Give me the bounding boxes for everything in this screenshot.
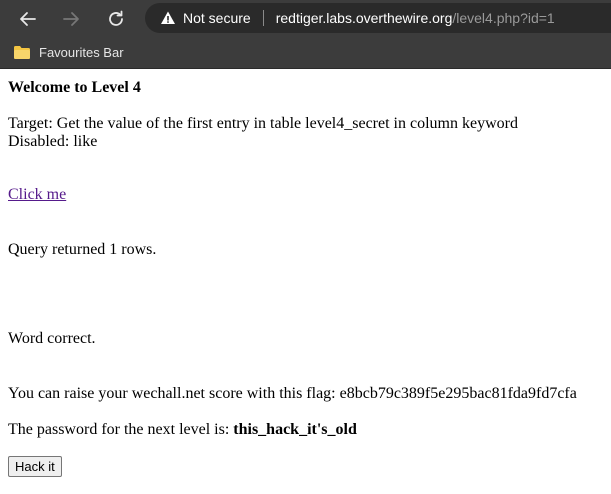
password-line: The password for the next level is: this…: [8, 421, 357, 439]
warning-icon: [161, 11, 175, 24]
favourites-bar-label[interactable]: Favourites Bar: [39, 45, 124, 60]
query-result-text: Query returned 1 rows.: [8, 241, 157, 258]
word-correct-text: Word correct.: [8, 330, 96, 347]
refresh-button[interactable]: [103, 6, 129, 32]
security-label[interactable]: Not secure: [183, 10, 251, 26]
back-arrow-icon: [20, 12, 36, 26]
click-me-link[interactable]: Click me: [8, 186, 66, 204]
address-separator: [262, 10, 264, 26]
address-bar[interactable]: Not secure redtiger.labs.overthewire.org…: [145, 3, 611, 33]
favourites-bar: Favourites Bar: [0, 37, 611, 69]
flag-text: You can raise your wechall.net score wit…: [8, 385, 577, 402]
folder-icon: [14, 46, 30, 59]
page-title: Welcome to Level 4: [8, 79, 141, 96]
target-text: Target: Get the value of the first entry…: [8, 115, 518, 132]
forward-button[interactable]: [58, 6, 84, 32]
password-prefix: The password for the next level is:: [8, 421, 234, 438]
disabled-text: Disabled: like: [8, 133, 98, 150]
refresh-icon: [109, 10, 123, 26]
url-path: /level4.php?id=1: [452, 10, 555, 26]
url-host: redtiger.labs.overthewire.org: [275, 10, 453, 26]
password-value: this_hack_it's_old: [233, 421, 357, 438]
back-button[interactable]: [15, 6, 41, 32]
hack-it-button[interactable]: Hack it: [8, 456, 62, 477]
browser-toolbar: Not secure redtiger.labs.overthewire.org…: [0, 0, 611, 37]
forward-arrow-icon: [63, 12, 79, 26]
